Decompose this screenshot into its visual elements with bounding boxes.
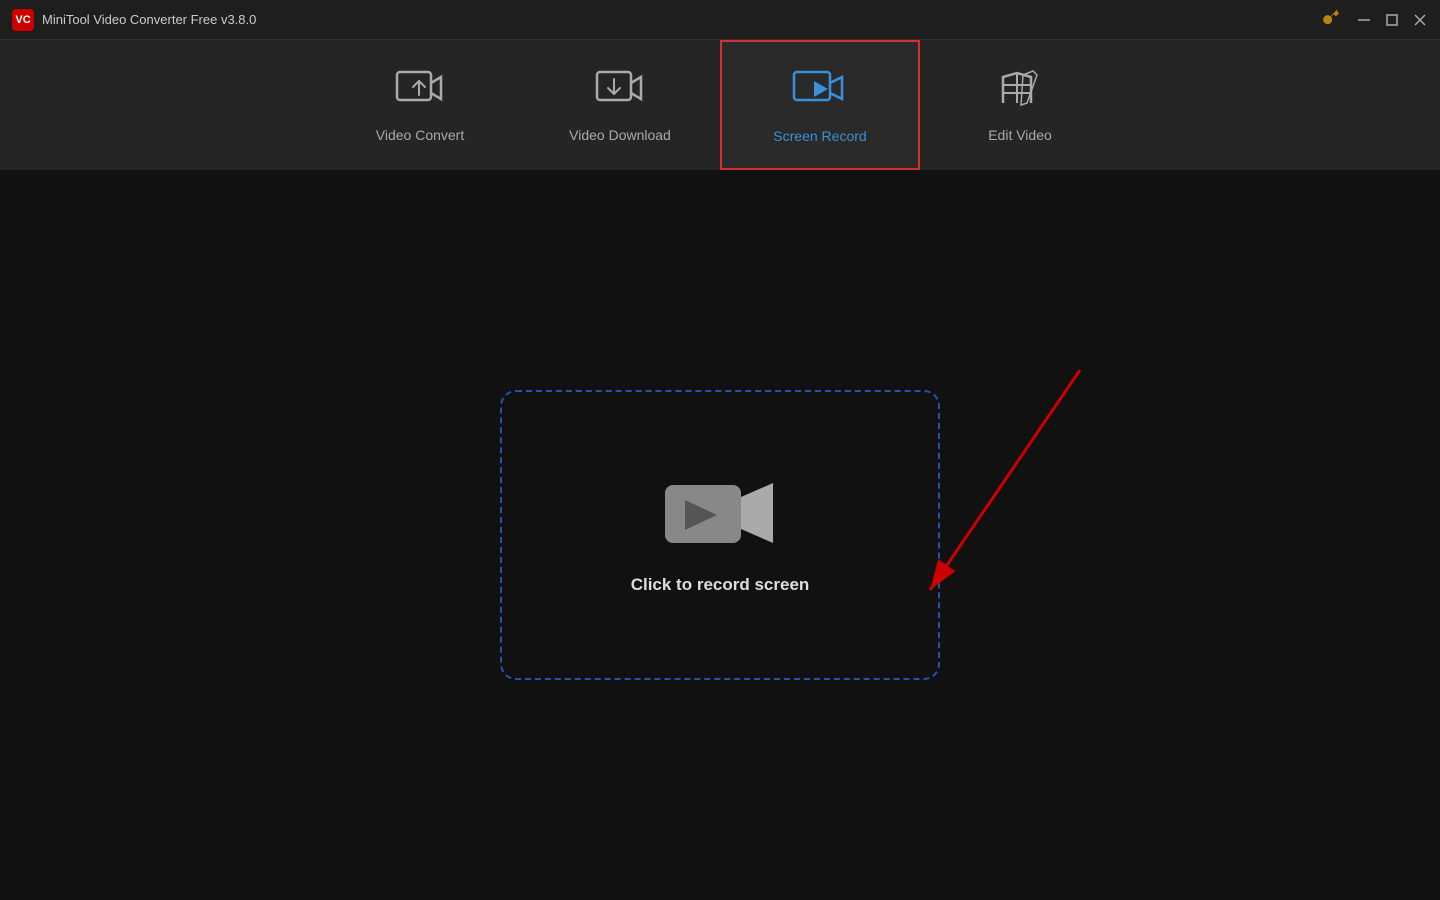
title-bar: VC MiniTool Video Converter Free v3.8.0 xyxy=(0,0,1440,40)
app-logo: VC xyxy=(12,9,34,31)
tab-video-download[interactable]: Video Download xyxy=(520,40,720,170)
tab-video-convert[interactable]: Video Convert xyxy=(320,40,520,170)
record-label: Click to record screen xyxy=(631,575,810,595)
maximize-button[interactable] xyxy=(1384,12,1400,28)
edit-video-icon xyxy=(995,67,1045,115)
close-button[interactable] xyxy=(1412,12,1428,28)
main-content: Click to record screen xyxy=(0,170,1440,900)
key-icon[interactable] xyxy=(1322,8,1340,31)
title-bar-left: VC MiniTool Video Converter Free v3.8.0 xyxy=(12,9,256,31)
minimize-button[interactable] xyxy=(1356,12,1372,28)
camera-icon-wrap xyxy=(665,475,775,555)
record-area[interactable]: Click to record screen xyxy=(500,390,940,680)
screen-record-icon xyxy=(792,66,848,116)
video-convert-icon xyxy=(395,67,445,115)
tab-video-convert-label: Video Convert xyxy=(376,127,464,143)
title-bar-right xyxy=(1322,8,1428,31)
tab-video-download-label: Video Download xyxy=(569,127,671,143)
video-download-icon xyxy=(595,67,645,115)
tab-screen-record-label: Screen Record xyxy=(773,128,866,144)
camera-icon xyxy=(665,475,775,555)
tab-screen-record[interactable]: Screen Record xyxy=(720,40,920,170)
nav-bar: Video Convert Video Download Screen Reco… xyxy=(0,40,1440,170)
app-title: MiniTool Video Converter Free v3.8.0 xyxy=(42,12,256,27)
tab-edit-video-label: Edit Video xyxy=(988,127,1052,143)
tab-edit-video[interactable]: Edit Video xyxy=(920,40,1120,170)
window-controls xyxy=(1356,12,1428,28)
